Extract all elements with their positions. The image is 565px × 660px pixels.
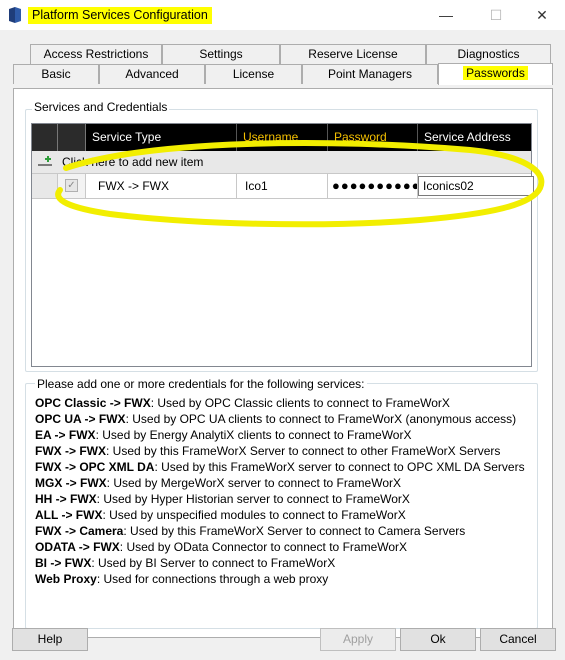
info-item-key: FWX -> OPC XML DA [35, 460, 155, 474]
add-new-item-text: Click here to add new item [62, 155, 204, 169]
info-item-desc: : Used by OPC Classic clients to connect… [150, 396, 450, 410]
cell-password[interactable]: ●●●●●●●●●●● [328, 174, 418, 198]
cell-username[interactable]: Ico1 [237, 174, 328, 198]
tab-license[interactable]: License [205, 64, 302, 84]
info-item: FWX -> OPC XML DA: Used by this FrameWor… [35, 460, 525, 474]
info-item: OPC UA -> FWX: Used by OPC UA clients to… [35, 412, 516, 426]
info-item-desc: : Used by unspecified modules to connect… [102, 508, 406, 522]
info-item-desc: : Used for connections through a web pro… [96, 572, 329, 586]
group-label: Services and Credentials [32, 100, 170, 114]
checkbox-icon[interactable]: ✓ [65, 179, 78, 192]
info-item-desc: : Used by Hyper Historian server to conn… [96, 492, 410, 506]
info-item: OPC Classic -> FWX: Used by OPC Classic … [35, 396, 450, 410]
info-item-desc: : Used by OData Connector to connect to … [119, 540, 408, 554]
close-icon[interactable]: ✕ [520, 2, 564, 28]
tab-basic[interactable]: Basic [13, 64, 99, 84]
row-header[interactable] [32, 174, 58, 198]
header-password[interactable]: Password [328, 124, 418, 151]
table-row[interactable]: ✓ FWX -> FWX Ico1 ●●●●●●●●●●● Iconics02 [32, 174, 534, 199]
info-item-key: FWX -> FWX [35, 444, 106, 458]
tab-advanced[interactable]: Advanced [99, 64, 205, 84]
header-service-address[interactable]: Service Address [418, 124, 531, 151]
info-item-key: OPC UA -> FWX [35, 412, 126, 426]
info-item-key: ODATA -> FWX [35, 540, 120, 554]
ok-button[interactable]: Ok [400, 628, 476, 651]
info-item: MGX -> FWX: Used by MergeWorX server to … [35, 476, 401, 490]
window-title: Platform Services Configuration [28, 7, 212, 24]
info-item-key: ALL -> FWX [35, 508, 103, 522]
info-item-key: FWX -> Camera [35, 524, 124, 538]
apply-button[interactable]: Apply [320, 628, 396, 651]
tab-access-restrictions[interactable]: Access Restrictions [30, 44, 162, 64]
info-item-desc: : Used by OPC UA clients to connect to F… [125, 412, 517, 426]
info-item-desc: : Used by MergeWorX server to connect to… [106, 476, 401, 490]
title-bar: Platform Services Configuration — ☐ ✕ [0, 0, 565, 30]
info-item-desc: : Used by this FrameWorX Server to conne… [123, 524, 466, 538]
info-item: FWX -> FWX: Used by this FrameWorX Serve… [35, 444, 500, 458]
info-item-desc: : Used by this FrameWorX server to conne… [154, 460, 525, 474]
info-item-key: Web Proxy [35, 572, 97, 586]
info-item: EA -> FWX: Used by Energy AnalytiX clien… [35, 428, 411, 442]
app-icon [9, 7, 21, 23]
info-item: FWX -> Camera: Used by this FrameWorX Se… [35, 524, 465, 538]
info-heading: Please add one or more credentials for t… [35, 377, 367, 391]
info-item: BI -> FWX: Used by BI Server to connect … [35, 556, 335, 570]
header-corner [32, 124, 58, 151]
maximize-icon[interactable]: ☐ [474, 2, 518, 28]
help-button[interactable]: Help [12, 628, 88, 651]
cell-service-type[interactable]: FWX -> FWX [86, 174, 237, 198]
tab-point-managers[interactable]: Point Managers [302, 64, 438, 84]
tab-passwords-label: Passwords [463, 66, 528, 80]
info-item: HH -> FWX: Used by Hyper Historian serve… [35, 492, 410, 506]
passwords-tab-page: Services and Credentials Service Type Us… [13, 88, 553, 638]
info-item: ODATA -> FWX: Used by OData Connector to… [35, 540, 407, 554]
add-row-icon [38, 156, 52, 166]
info-item: ALL -> FWX: Used by unspecified modules … [35, 508, 406, 522]
add-new-item-row[interactable]: Click here to add new item [32, 151, 531, 174]
info-item-key: HH -> FWX [35, 492, 97, 506]
dialog-body: Access Restrictions Settings Reserve Lic… [0, 30, 565, 660]
info-item-desc: : Used by BI Server to connect to FrameW… [91, 556, 336, 570]
tab-passwords[interactable]: Passwords [438, 63, 553, 85]
tab-reserve-license[interactable]: Reserve License [280, 44, 426, 64]
info-item-desc: : Used by this FrameWorX Server to conne… [106, 444, 501, 458]
info-item-key: BI -> FWX [35, 556, 92, 570]
tab-diagnostics[interactable]: Diagnostics [426, 44, 551, 64]
cell-service-address-input[interactable]: Iconics02 [418, 176, 534, 196]
credentials-grid[interactable]: Service Type Username Password Service A… [31, 123, 534, 367]
info-item: Web Proxy: Used for connections through … [35, 572, 328, 586]
minimize-icon[interactable]: — [424, 2, 468, 28]
row-check-cell[interactable]: ✓ [58, 174, 86, 198]
info-item-key: OPC Classic -> FWX [35, 396, 151, 410]
header-service-type[interactable]: Service Type [86, 124, 237, 151]
tab-settings[interactable]: Settings [162, 44, 280, 64]
info-item-key: MGX -> FWX [35, 476, 107, 490]
info-item-desc: : Used by Energy AnalytiX clients to con… [95, 428, 412, 442]
info-item-key: EA -> FWX [35, 428, 96, 442]
grid-header: Service Type Username Password Service A… [32, 124, 531, 151]
cancel-button[interactable]: Cancel [480, 628, 556, 651]
header-check-column [58, 124, 86, 151]
header-username[interactable]: Username [237, 124, 328, 151]
